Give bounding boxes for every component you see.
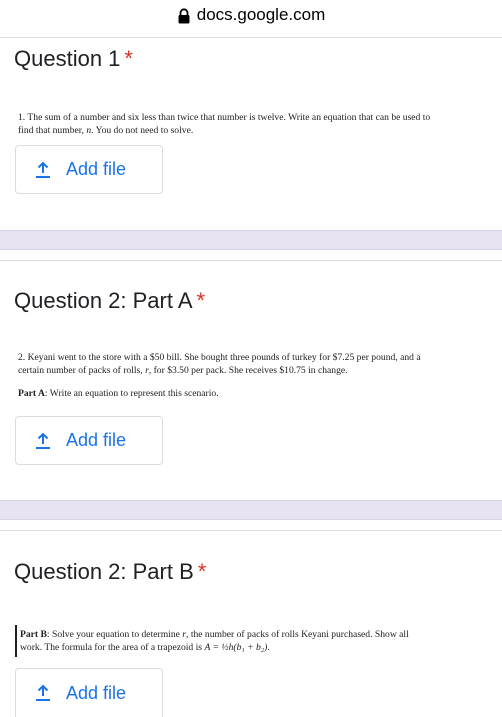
text-segment: : Write an equation to represent this sc… [44, 388, 219, 399]
upload-icon [36, 432, 50, 449]
text-segment: find that number, [18, 125, 87, 136]
question-2b-text: Part B: Solve your equation to determine… [20, 628, 482, 654]
question-title-text: Question 1 [14, 46, 121, 71]
question-2a-text: 2. Keyani went to the store with a $50 b… [18, 351, 480, 400]
part-label: Part A [18, 388, 45, 399]
part-label: Part B [20, 629, 47, 640]
text-segment: . You do not need to solve. [91, 125, 194, 136]
upload-icon [36, 684, 50, 701]
text-segment: , the number of packs of rolls Keyani pu… [186, 629, 409, 640]
add-file-button[interactable]: Add file [15, 416, 163, 465]
text-segment: certain number of packs of rolls, [18, 365, 146, 376]
text-segment: , for $3.50 per pack. She receives $10.7… [148, 365, 348, 376]
add-file-button[interactable]: Add file [15, 668, 163, 717]
question-2b-title: Question 2: Part B * [14, 559, 206, 585]
required-asterisk: * [197, 559, 207, 584]
text-segment: work. The formula for the area of a trap… [20, 642, 205, 653]
question-2a-card: Question 2: Part A * 2. Keyani went to th… [0, 260, 502, 501]
text-segment: . [267, 642, 270, 653]
question-1-text: 1. The sum of a number and six less than… [18, 111, 480, 137]
question-text-line: Part B: Solve your equation to determine… [20, 628, 482, 641]
section-divider [0, 500, 502, 520]
browser-url-bar[interactable]: docs.google.com [0, 0, 502, 30]
add-file-button[interactable]: Add file [15, 145, 163, 194]
question-title-text: Question 2: Part B [14, 559, 194, 584]
section-divider [0, 230, 502, 250]
question-1-title: Question 1 * [14, 46, 133, 72]
add-file-label: Add file [66, 430, 127, 450]
question-2a-title: Question 2: Part A * [14, 288, 205, 314]
required-asterisk: * [196, 288, 206, 313]
url-text: docs.google.com [196, 5, 326, 24]
question-text-line: certain number of packs of rolls, r, for… [18, 364, 480, 377]
add-file-label: Add file [66, 682, 127, 703]
question-1-card: Question 1 * 1. The sum of a number and s… [0, 37, 502, 231]
trapezoid-formula: A = ½h(b₁ + b₂) [204, 642, 268, 653]
upload-icon [36, 161, 50, 178]
text-left-border [15, 625, 17, 657]
required-asterisk: * [124, 46, 133, 71]
question-text-line: find that number, n. You do not need to … [18, 124, 480, 137]
question-text-line: 1. The sum of a number and six less than… [18, 112, 431, 123]
part-a-prompt: Part A: Write an equation to represent t… [18, 387, 480, 400]
question-text-line: work. The formula for the area of a trap… [20, 641, 482, 654]
lock-icon [178, 8, 190, 24]
add-file-label: Add file [66, 159, 127, 179]
question-title-text: Question 2: Part A [14, 288, 193, 313]
text-segment: : Solve your equation to determine [46, 629, 183, 640]
question-text-line: 2. Keyani went to the store with a $50 b… [18, 352, 421, 363]
question-2b-card: Question 2: Part B * Part B: Solve your e… [0, 530, 502, 717]
